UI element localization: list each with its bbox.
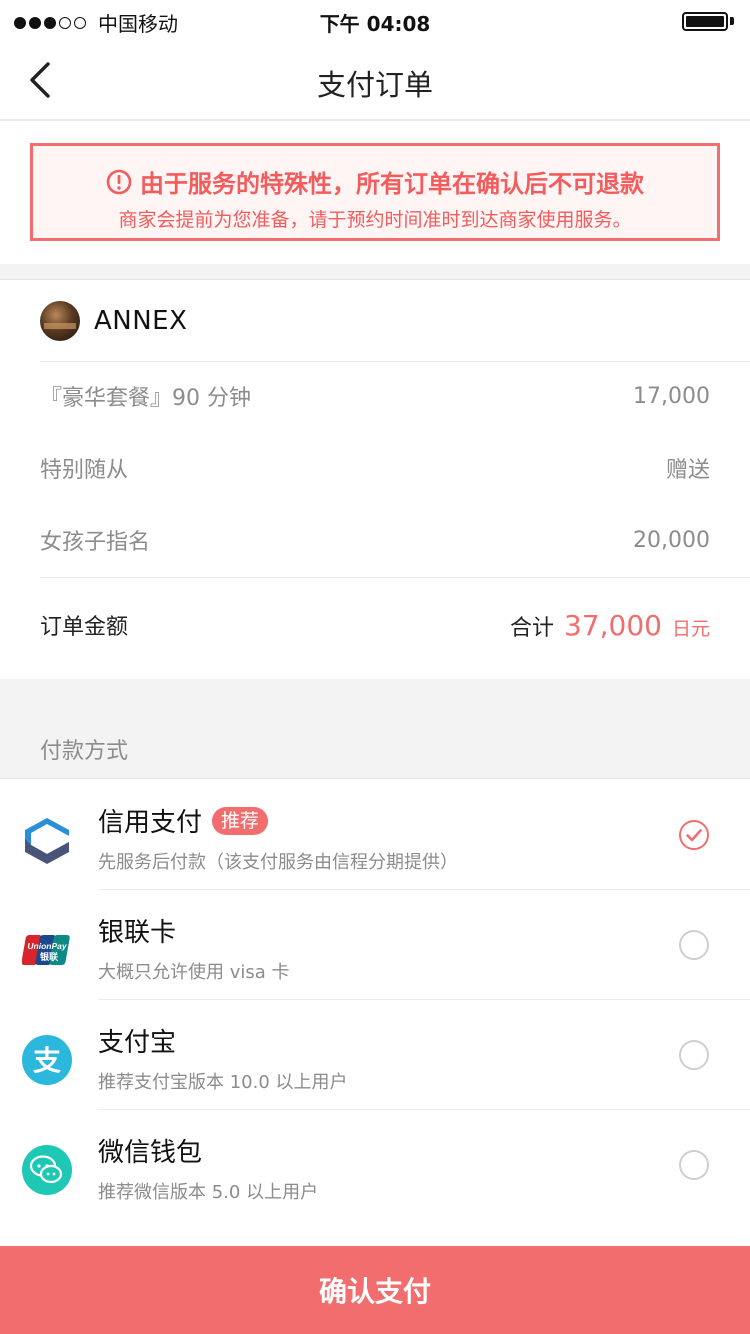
order-item-value: 赠送	[665, 458, 710, 483]
notice-section: 由于服务的特殊性，所有订单在确认后不可退款 商家会提前为您准备，请于预约时间准时…	[0, 121, 750, 264]
payment-option-credit[interactable]: 信用支付 推荐 先服务后付款（该支付服务由信程分期提供）	[0, 780, 750, 890]
page-title: 支付订单	[316, 68, 433, 102]
order-item-name: 女孩子指名	[40, 530, 151, 555]
notice-subtext: 商家会提前为您准备，请于预约时间准时到达商家使用服务。	[118, 209, 632, 231]
battery-icon	[682, 12, 728, 31]
merchant-name: ANNEX	[94, 306, 188, 336]
divider	[40, 361, 750, 362]
alert-circle-icon	[106, 169, 132, 194]
divider	[40, 577, 750, 578]
payment-order-page: 中国移动 下午 04:08 支付订单 由于服务的特殊性，所有订单在确认后不可退款	[0, 0, 750, 1334]
payment-option-name: 信用支付 推荐	[98, 802, 269, 839]
payment-option-label: 支付宝	[98, 1028, 177, 1058]
payment-option-desc: 大概只允许使用 visa 卡	[98, 962, 290, 983]
total-prefix: 合计	[509, 615, 554, 641]
alipay-icon: 支	[22, 1035, 72, 1085]
total-unit: 日元	[671, 617, 710, 640]
payment-option-name: 支付宝	[98, 1022, 176, 1059]
payment-option-name: 微信钱包	[98, 1132, 202, 1169]
refund-notice: 由于服务的特殊性，所有订单在确认后不可退款 商家会提前为您准备，请于预约时间准时…	[30, 143, 720, 241]
unionpay-logo-cn: 银联	[40, 951, 59, 963]
payment-option-name: 银联卡	[98, 912, 176, 949]
notice-headline-text: 由于服务的特殊性，所有订单在确认后不可退款	[140, 170, 644, 198]
payment-option-label: 银联卡	[98, 918, 177, 948]
order-total: 合计 37,000 日元	[510, 609, 710, 642]
order-item-row: 特别随从 赠送	[40, 448, 710, 488]
order-item-row: 女孩子指名 20,000	[40, 520, 710, 560]
merchant-avatar	[40, 301, 80, 341]
payment-methods: 信用支付 推荐 先服务后付款（该支付服务由信程分期提供） UnionPay 银联	[0, 780, 750, 1246]
radio-selected[interactable]	[679, 820, 709, 850]
order-item-value: 20,000	[633, 527, 710, 553]
merchant-header: ANNEX	[40, 301, 187, 341]
payment-option-wechat[interactable]: 微信钱包 推荐微信版本 5.0 以上用户	[0, 1110, 750, 1220]
payment-section-title: 付款方式	[40, 739, 129, 764]
confirm-payment-button[interactable]: 确认支付	[0, 1246, 750, 1334]
unionpay-logo-text: UnionPay	[27, 941, 67, 951]
notice-headline: 由于服务的特殊性，所有订单在确认后不可退款	[33, 164, 717, 199]
payment-option-desc: 推荐微信版本 5.0 以上用户	[98, 1182, 319, 1203]
total-amount: 37,000	[564, 608, 662, 642]
order-item-row: 『豪华套餐』90 分钟 17,000	[40, 376, 710, 416]
payment-option-alipay[interactable]: 支 支付宝 推荐支付宝版本 10.0 以上用户	[0, 1000, 750, 1110]
payment-option-desc: 先服务后付款（该支付服务由信程分期提供）	[98, 852, 458, 873]
status-time: 下午 04:08	[319, 12, 431, 36]
credit-pay-icon	[25, 818, 69, 864]
payment-option-label: 微信钱包	[98, 1138, 203, 1168]
radio-unselected[interactable]	[679, 1040, 709, 1070]
unionpay-icon: UnionPay 银联	[22, 935, 70, 965]
radio-unselected[interactable]	[679, 930, 709, 960]
alipay-logo-text: 支	[33, 1044, 61, 1077]
checkmark-icon	[686, 829, 702, 842]
recommended-badge: 推荐	[212, 806, 269, 835]
order-total-row: 订单金额 合计 37,000 日元	[40, 605, 710, 645]
order-item-name: 特别随从	[40, 458, 129, 483]
order-summary: ANNEX 『豪华套餐』90 分钟 17,000 特别随从 赠送 女孩子指名 2…	[0, 281, 750, 679]
payment-section-header: 付款方式	[0, 679, 750, 779]
battery-tip	[730, 17, 734, 25]
order-item-value: 17,000	[633, 383, 710, 409]
order-item-name: 『豪华套餐』90 分钟	[40, 386, 251, 411]
payment-option-label: 信用支付	[98, 808, 203, 838]
order-total-label: 订单金额	[40, 615, 129, 640]
payment-option-desc: 推荐支付宝版本 10.0 以上用户	[98, 1072, 348, 1093]
radio-unselected[interactable]	[679, 1150, 709, 1180]
navigation-bar: 支付订单	[0, 40, 750, 121]
section-divider	[0, 264, 750, 280]
wechat-pay-icon	[22, 1145, 72, 1195]
payment-option-unionpay[interactable]: UnionPay 银联 银联卡 大概只允许使用 visa 卡	[0, 890, 750, 1000]
status-bar: 中国移动 下午 04:08	[0, 0, 750, 40]
